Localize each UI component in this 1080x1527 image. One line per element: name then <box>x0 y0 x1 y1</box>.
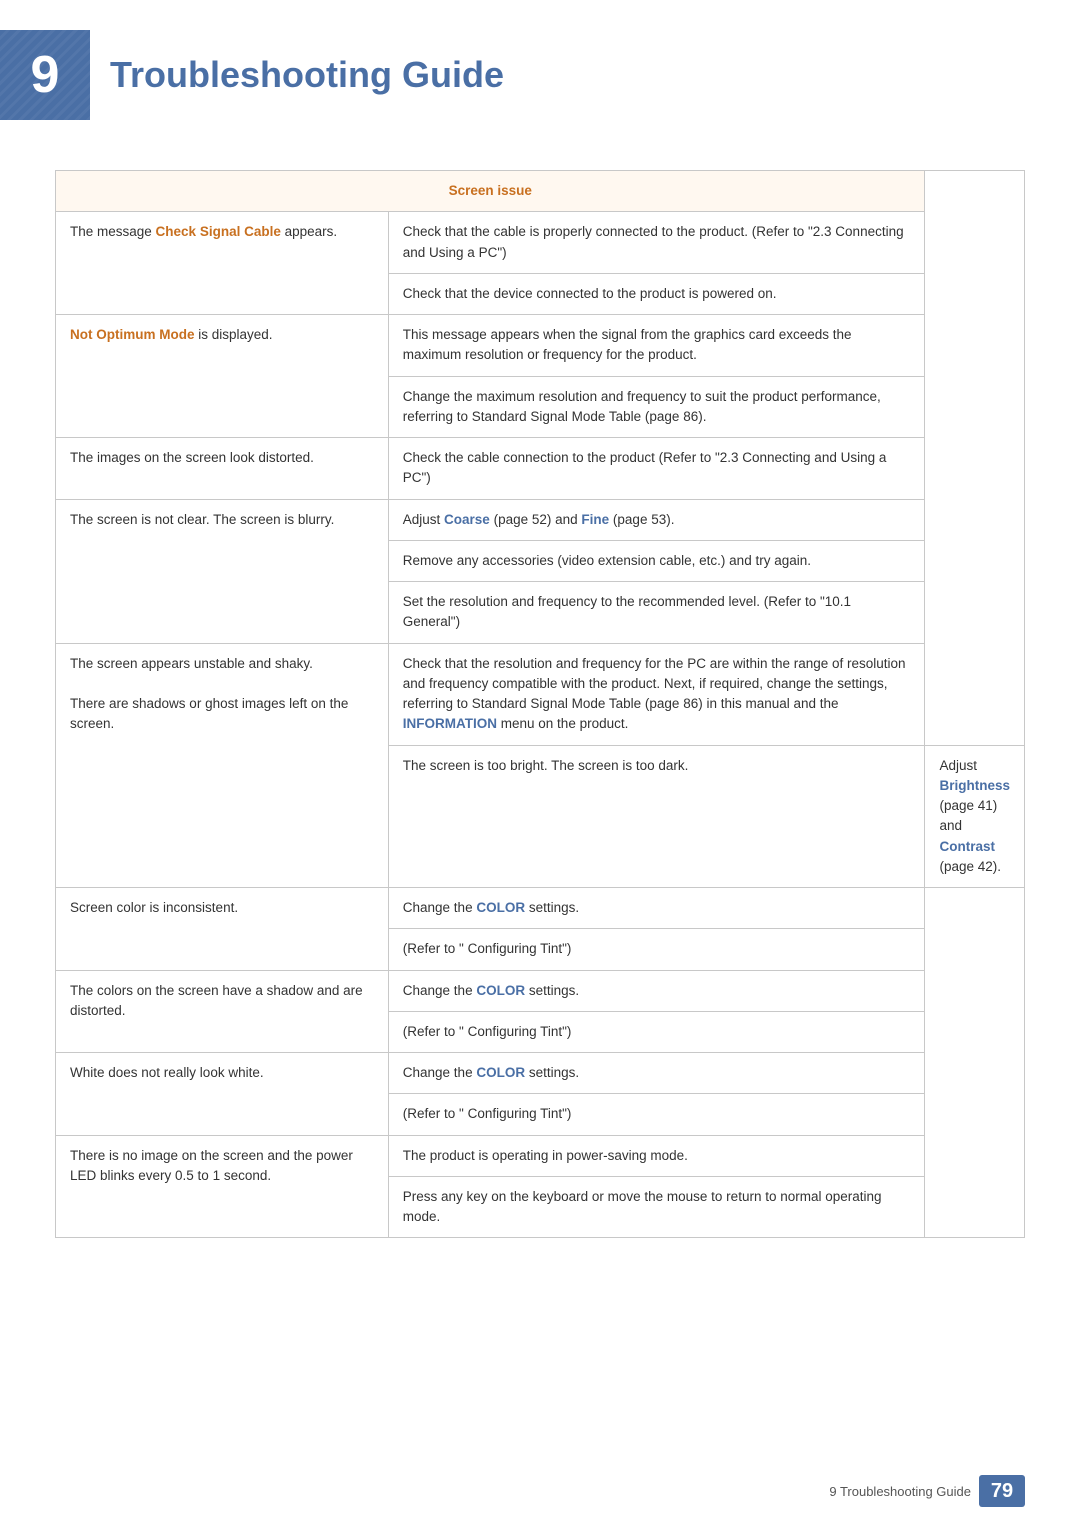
table-row: Screen color is inconsistent. Change the… <box>56 888 1025 929</box>
solution-cell: Check that the device connected to the p… <box>388 273 925 314</box>
solution-cell: Remove any accessories (video extension … <box>388 540 925 581</box>
solution-cell: Check the cable connection to the produc… <box>388 438 925 500</box>
solution-cell: The product is operating in power-saving… <box>388 1135 925 1176</box>
issue-cell: White does not really look white. <box>56 1053 389 1136</box>
troubleshoot-table: Screen issue The message Check Signal Ca… <box>55 170 1025 1238</box>
keyword-not-optimum-mode: Not Optimum Mode <box>70 327 195 342</box>
table-row: Not Optimum Mode is displayed. This mess… <box>56 315 1025 377</box>
table-row: The colors on the screen have a shadow a… <box>56 970 1025 1011</box>
solution-cell: (Refer to " Configuring Tint") <box>388 929 925 970</box>
page-title: Troubleshooting Guide <box>110 54 504 96</box>
solution-cell: Adjust Brightness (page 41) and Contrast… <box>925 745 1025 888</box>
keyword-contrast: Contrast <box>939 839 995 854</box>
issue-cell: There is no image on the screen and the … <box>56 1135 389 1238</box>
chapter-number: 9 <box>31 45 60 105</box>
table-row: The images on the screen look distorted.… <box>56 438 1025 500</box>
keyword-information: INFORMATION <box>403 716 497 731</box>
footer-text: 9 Troubleshooting Guide <box>829 1484 971 1499</box>
table-row: The screen appears unstable and shaky.Th… <box>56 643 1025 745</box>
table-row: The screen is not clear. The screen is b… <box>56 499 1025 540</box>
solution-cell: This message appears when the signal fro… <box>388 315 925 377</box>
table-row: There is no image on the screen and the … <box>56 1135 1025 1176</box>
table-row: White does not really look white. Change… <box>56 1053 1025 1094</box>
issue-cell: Screen color is inconsistent. <box>56 888 389 971</box>
keyword-fine: Fine <box>581 512 609 527</box>
solution-cell: Set the resolution and frequency to the … <box>388 582 925 644</box>
keyword-color-3: COLOR <box>476 1065 525 1080</box>
solution-cell: Change the COLOR settings. <box>388 1053 925 1094</box>
table-section-header: Screen issue <box>56 171 925 212</box>
keyword-color-1: COLOR <box>476 900 525 915</box>
issue-cell: The images on the screen look distorted. <box>56 438 389 500</box>
keyword-color-2: COLOR <box>476 983 525 998</box>
issue-cell: The message Check Signal Cable appears. <box>56 212 389 315</box>
solution-cell: (Refer to " Configuring Tint") <box>388 1011 925 1052</box>
page-header: 9 Troubleshooting Guide <box>0 0 1080 140</box>
issue-cell: The screen is too bright. The screen is … <box>388 745 925 888</box>
solution-cell: Press any key on the keyboard or move th… <box>388 1176 925 1238</box>
issue-cell: The screen appears unstable and shaky.Th… <box>56 643 389 888</box>
table-row: The message Check Signal Cable appears. … <box>56 212 1025 274</box>
issue-cell: Not Optimum Mode is displayed. <box>56 315 389 438</box>
solution-cell: Change the maximum resolution and freque… <box>388 376 925 438</box>
chapter-badge: 9 <box>0 30 90 120</box>
solution-cell: Change the COLOR settings. <box>388 888 925 929</box>
page-footer: 9 Troubleshooting Guide 79 <box>829 1475 1025 1507</box>
page-number-badge: 79 <box>979 1475 1025 1507</box>
keyword-brightness: Brightness <box>939 778 1010 793</box>
solution-cell: Change the COLOR settings. <box>388 970 925 1011</box>
issue-cell: The screen is not clear. The screen is b… <box>56 499 389 643</box>
keyword-check-signal-cable: Check Signal Cable <box>156 224 281 239</box>
keyword-coarse: Coarse <box>444 512 490 527</box>
issue-cell: The colors on the screen have a shadow a… <box>56 970 389 1053</box>
solution-cell: Check that the cable is properly connect… <box>388 212 925 274</box>
solution-cell: Check that the resolution and frequency … <box>388 643 925 745</box>
solution-cell: (Refer to " Configuring Tint") <box>388 1094 925 1135</box>
solution-cell: Adjust Coarse (page 52) and Fine (page 5… <box>388 499 925 540</box>
content-area: Screen issue The message Check Signal Ca… <box>0 170 1080 1238</box>
